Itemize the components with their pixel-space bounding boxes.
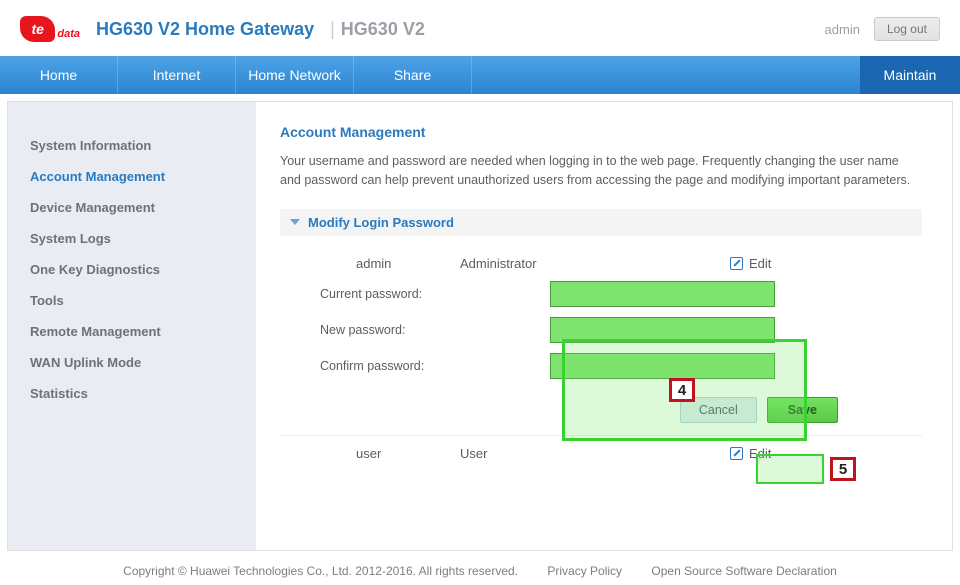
title-area: HG630 V2 Home Gateway | HG630 V2: [96, 19, 825, 40]
account-row-user: user User Edit: [280, 436, 922, 471]
sidebar-item-device-management[interactable]: Device Management: [30, 192, 256, 223]
save-button[interactable]: Save: [767, 397, 838, 423]
sidebar-item-wan-uplink-mode[interactable]: WAN Uplink Mode: [30, 347, 256, 378]
callout-5: 5: [830, 457, 856, 481]
account-username: admin: [280, 256, 460, 271]
logo-icon: te: [20, 16, 55, 42]
nav-internet[interactable]: Internet: [118, 56, 236, 94]
header: te data HG630 V2 Home Gateway | HG630 V2…: [0, 0, 960, 56]
main-panel: System Information Account Management De…: [7, 101, 953, 551]
nav-maintain[interactable]: Maintain: [860, 56, 960, 94]
nav-share[interactable]: Share: [354, 56, 472, 94]
callout-4: 4: [669, 378, 695, 402]
edit-icon[interactable]: [730, 447, 743, 460]
account-edit-cell: Edit: [690, 256, 922, 271]
form-buttons: Cancel Save: [280, 389, 922, 433]
account-role: User: [460, 446, 690, 461]
current-password-input[interactable]: [550, 281, 775, 307]
product-title: HG630 V2 Home Gateway: [96, 19, 314, 40]
footer-privacy-link[interactable]: Privacy Policy: [547, 564, 622, 578]
edit-icon[interactable]: [730, 257, 743, 270]
current-user: admin: [825, 22, 860, 37]
footer-opensource-link[interactable]: Open Source Software Declaration: [651, 564, 836, 578]
edit-link[interactable]: Edit: [749, 446, 771, 461]
new-password-label: New password:: [320, 323, 550, 337]
main-nav: Home Internet Home Network Share Maintai…: [0, 56, 960, 94]
confirm-password-label: Confirm password:: [320, 359, 550, 373]
sidebar-item-one-key-diagnostics[interactable]: One Key Diagnostics: [30, 254, 256, 285]
new-password-input[interactable]: [550, 317, 775, 343]
model-label: HG630 V2: [341, 19, 425, 40]
nav-home[interactable]: Home: [0, 56, 118, 94]
sidebar-item-account-management[interactable]: Account Management: [30, 161, 256, 192]
footer: Copyright © Huawei Technologies Co., Ltd…: [0, 564, 960, 578]
logo: te data: [20, 14, 80, 44]
page-description: Your username and password are needed wh…: [280, 152, 920, 191]
account-username: user: [280, 446, 460, 461]
sidebar-item-statistics[interactable]: Statistics: [30, 378, 256, 409]
edit-link[interactable]: Edit: [749, 256, 771, 271]
account-edit-cell: Edit: [690, 446, 922, 461]
content-area: Account Management Your username and pas…: [256, 102, 952, 550]
account-row-admin: admin Administrator Edit: [280, 246, 922, 281]
chevron-down-icon: [290, 219, 300, 225]
sidebar: System Information Account Management De…: [8, 102, 256, 550]
password-form: Current password: New password: Confirm …: [280, 281, 922, 379]
section-title: Modify Login Password: [308, 215, 454, 230]
account-role: Administrator: [460, 256, 690, 271]
sidebar-item-tools[interactable]: Tools: [30, 285, 256, 316]
sidebar-item-remote-management[interactable]: Remote Management: [30, 316, 256, 347]
page-title: Account Management: [280, 124, 922, 140]
title-separator: |: [330, 19, 335, 40]
footer-copyright: Copyright © Huawei Technologies Co., Ltd…: [123, 564, 518, 578]
nav-spacer: [472, 56, 860, 94]
user-area: admin Log out: [825, 17, 940, 41]
sidebar-item-system-logs[interactable]: System Logs: [30, 223, 256, 254]
logo-suffix: data: [57, 28, 80, 40]
confirm-password-input[interactable]: [550, 353, 775, 379]
section-header[interactable]: Modify Login Password: [280, 209, 922, 236]
nav-home-network[interactable]: Home Network: [236, 56, 354, 94]
sidebar-item-system-information[interactable]: System Information: [30, 130, 256, 161]
logout-button[interactable]: Log out: [874, 17, 940, 41]
current-password-label: Current password:: [320, 287, 550, 301]
